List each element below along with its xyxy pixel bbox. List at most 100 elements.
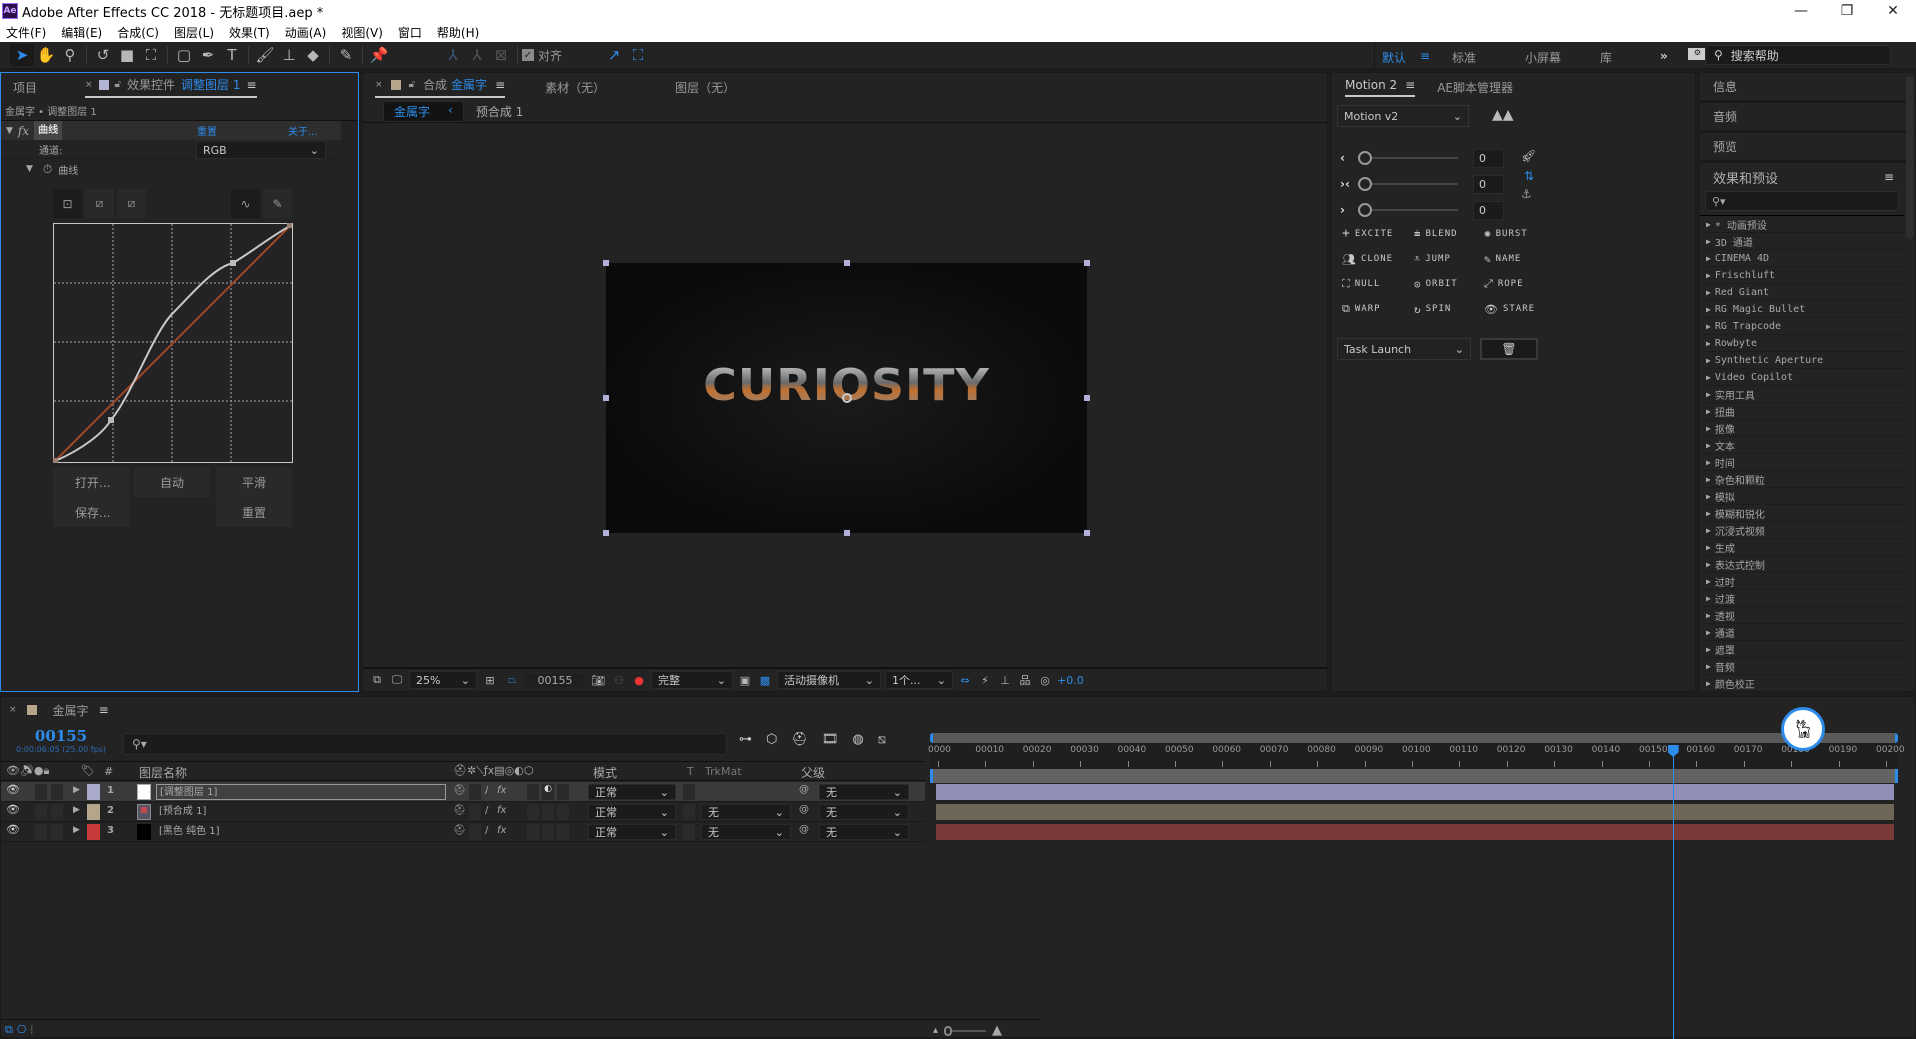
composition-viewer[interactable]: CURIOSITY: [606, 263, 1087, 533]
label-color[interactable]: [87, 804, 100, 820]
local-axis-icon[interactable]: ⅄: [441, 44, 465, 66]
menu-file[interactable]: 文件(F): [6, 24, 46, 41]
quality-switch-icon[interactable]: /: [485, 785, 488, 801]
layer-duration-bar[interactable]: [936, 824, 1894, 840]
parent-dropdown[interactable]: 无 ⌄: [819, 804, 909, 820]
ease-in-slider[interactable]: [1358, 151, 1458, 165]
monitor-icon[interactable]: 🖵︎: [389, 669, 405, 691]
workspace-library[interactable]: 库: [1600, 49, 1612, 66]
playhead[interactable]: [1667, 745, 1679, 1039]
preserve-transparency-toggle[interactable]: [683, 804, 695, 820]
effects-category-item[interactable]: ▶ 音频: [1700, 658, 1904, 675]
orbit-button[interactable]: ⊙ ORBIT: [1414, 277, 1484, 291]
collapse-switch[interactable]: [469, 784, 481, 800]
time-navigator[interactable]: [930, 769, 1898, 783]
burst-button[interactable]: ✺ BURST: [1484, 226, 1554, 241]
work-area-bar[interactable]: [930, 733, 1898, 743]
effects-category-item[interactable]: ▶ 杂色和颗粒: [1700, 471, 1904, 488]
swap-direction-icon[interactable]: ⇅: [1524, 169, 1534, 183]
workspace-default[interactable]: 默认: [1382, 49, 1406, 66]
frame-blending-icon[interactable]: 🎞︎: [822, 732, 839, 747]
expand-triangle-icon[interactable]: ▶: [1706, 662, 1711, 671]
transform-handle[interactable]: [603, 260, 609, 266]
expand-triangle-icon[interactable]: ▶: [1706, 288, 1711, 297]
transform-handle[interactable]: [844, 260, 850, 266]
effects-category-item[interactable]: ▶ 文本: [1700, 437, 1904, 454]
menu-view[interactable]: 视图(V): [341, 24, 383, 41]
close-tab-icon[interactable]: ×: [85, 80, 93, 90]
effects-category-item[interactable]: ▶ 过渡: [1700, 590, 1904, 607]
effects-category-item[interactable]: ▶ Rowbyte: [1700, 335, 1904, 352]
effects-category-item[interactable]: ▶ 3D 通道: [1700, 233, 1904, 250]
effects-category-item[interactable]: ▶ RG Magic Bullet: [1700, 301, 1904, 318]
pen-tool-icon[interactable]: ✒: [196, 44, 220, 66]
trkmat-dropdown[interactable]: 无 ⌄: [701, 824, 791, 840]
task-launch-dropdown[interactable]: Task Launch ⌄: [1337, 338, 1471, 360]
motion-blur-switch[interactable]: [527, 824, 539, 840]
effects-category-item[interactable]: ▶ Red Giant: [1700, 284, 1904, 301]
zoom-tool-icon[interactable]: ⚲: [58, 44, 82, 66]
layer-name[interactable]: [调整图层 1]: [156, 784, 446, 800]
curves-graph[interactable]: [53, 223, 293, 465]
tab-script-manager[interactable]: AE脚本管理器: [1437, 79, 1513, 96]
curve-size-small-icon[interactable]: ⊡: [53, 189, 82, 218]
close-icon[interactable]: ✕: [1870, 0, 1916, 22]
layer-switches-toggle-icon[interactable]: ⧉: [5, 1023, 13, 1037]
help-search-input[interactable]: ⚲ 搜索帮助: [1705, 45, 1891, 65]
clone-button[interactable]: 👥︎ CLONE: [1342, 252, 1414, 266]
fx-switch-icon[interactable]: fx: [497, 785, 506, 801]
tab-timeline[interactable]: 金属字: [53, 702, 89, 719]
selection-tool-icon[interactable]: ➤: [10, 44, 34, 66]
fx-toggle-icon[interactable]: fx: [18, 124, 29, 138]
expand-triangle-icon[interactable]: ▶: [1706, 458, 1711, 467]
effects-scrollbar[interactable]: [1906, 76, 1914, 239]
blend-button[interactable]: ⩧ BLEND: [1414, 226, 1484, 241]
menu-edit[interactable]: 编辑(E): [61, 24, 102, 41]
camera-view-dropdown[interactable]: 活动摄像机 ⌄: [777, 671, 881, 689]
comp-flowchart-icon[interactable]: ⊶: [739, 732, 752, 747]
parent-dropdown[interactable]: 无 ⌄: [819, 784, 909, 800]
tab-composition[interactable]: × 🔓︎ 合成 金属字 ≡: [375, 76, 506, 98]
effects-category-item[interactable]: ▶ Video Copilot: [1700, 369, 1904, 386]
transform-handle[interactable]: [844, 530, 850, 536]
effect-name[interactable]: 曲线: [34, 121, 63, 140]
transparency-grid-icon[interactable]: ▩: [757, 669, 773, 691]
blend-mode-dropdown[interactable]: 正常 ⌄: [588, 824, 676, 840]
shy-switch-icon[interactable]: ⛑︎: [453, 825, 466, 841]
anchor-point-icon[interactable]: [842, 393, 852, 403]
expand-triangle-icon[interactable]: ▶: [1706, 356, 1711, 365]
expand-triangle-icon[interactable]: ▶: [1706, 271, 1711, 280]
transform-handle[interactable]: [603, 395, 609, 401]
ease-both-value[interactable]: 0: [1473, 174, 1504, 194]
snap-feature-icon[interactable]: ⛶: [626, 44, 650, 66]
toggle-pixel-aspect-icon[interactable]: ⇔: [957, 669, 973, 691]
blend-mode-dropdown[interactable]: 正常 ⌄: [588, 804, 676, 820]
rocket-icon[interactable]: 🚀︎: [1521, 149, 1536, 163]
in-out-toggle-icon[interactable]: ⦙: [30, 1023, 32, 1037]
workspace-small-screen[interactable]: 小屏幕: [1525, 49, 1561, 66]
shy-switch-icon[interactable]: ⛑︎: [453, 805, 466, 821]
close-tab-icon[interactable]: ×: [375, 80, 383, 90]
expand-triangle-icon[interactable]: ▶: [1706, 305, 1711, 314]
effects-category-item[interactable]: ▶ 模糊和锐化: [1700, 505, 1904, 522]
fast-previews-icon[interactable]: ⚡: [977, 669, 993, 691]
timeline-icon[interactable]: ⊥: [997, 669, 1013, 691]
info-section[interactable]: 信息: [1700, 73, 1915, 103]
expand-layer-icon[interactable]: ▶: [73, 805, 80, 821]
expand-triangle-icon[interactable]: ▶: [1706, 645, 1711, 654]
pan-behind-tool-icon[interactable]: ⛶: [139, 44, 163, 66]
lock-toggle[interactable]: [51, 804, 63, 820]
restore-icon[interactable]: ❐: [1824, 0, 1870, 22]
tab-footage[interactable]: 素材（无）: [545, 79, 605, 96]
expand-triangle-icon[interactable]: ▶: [1706, 509, 1711, 518]
stopwatch-icon[interactable]: ⏱: [43, 162, 52, 177]
snap-checkbox[interactable]: ✓: [522, 49, 534, 61]
transfer-controls-toggle-icon[interactable]: ⎔: [17, 1023, 27, 1036]
tab-project[interactable]: 项目: [13, 79, 77, 96]
effects-category-item[interactable]: ▶ * 动画预设: [1700, 216, 1904, 233]
effects-category-item[interactable]: ▶ 过时: [1700, 573, 1904, 590]
minimize-icon[interactable]: —: [1778, 0, 1824, 22]
curves-smooth-button[interactable]: 平滑: [242, 474, 266, 491]
view-layout-dropdown[interactable]: 1个... ⌄: [885, 671, 953, 689]
magnification-dropdown[interactable]: 25% ⌄: [409, 671, 477, 689]
